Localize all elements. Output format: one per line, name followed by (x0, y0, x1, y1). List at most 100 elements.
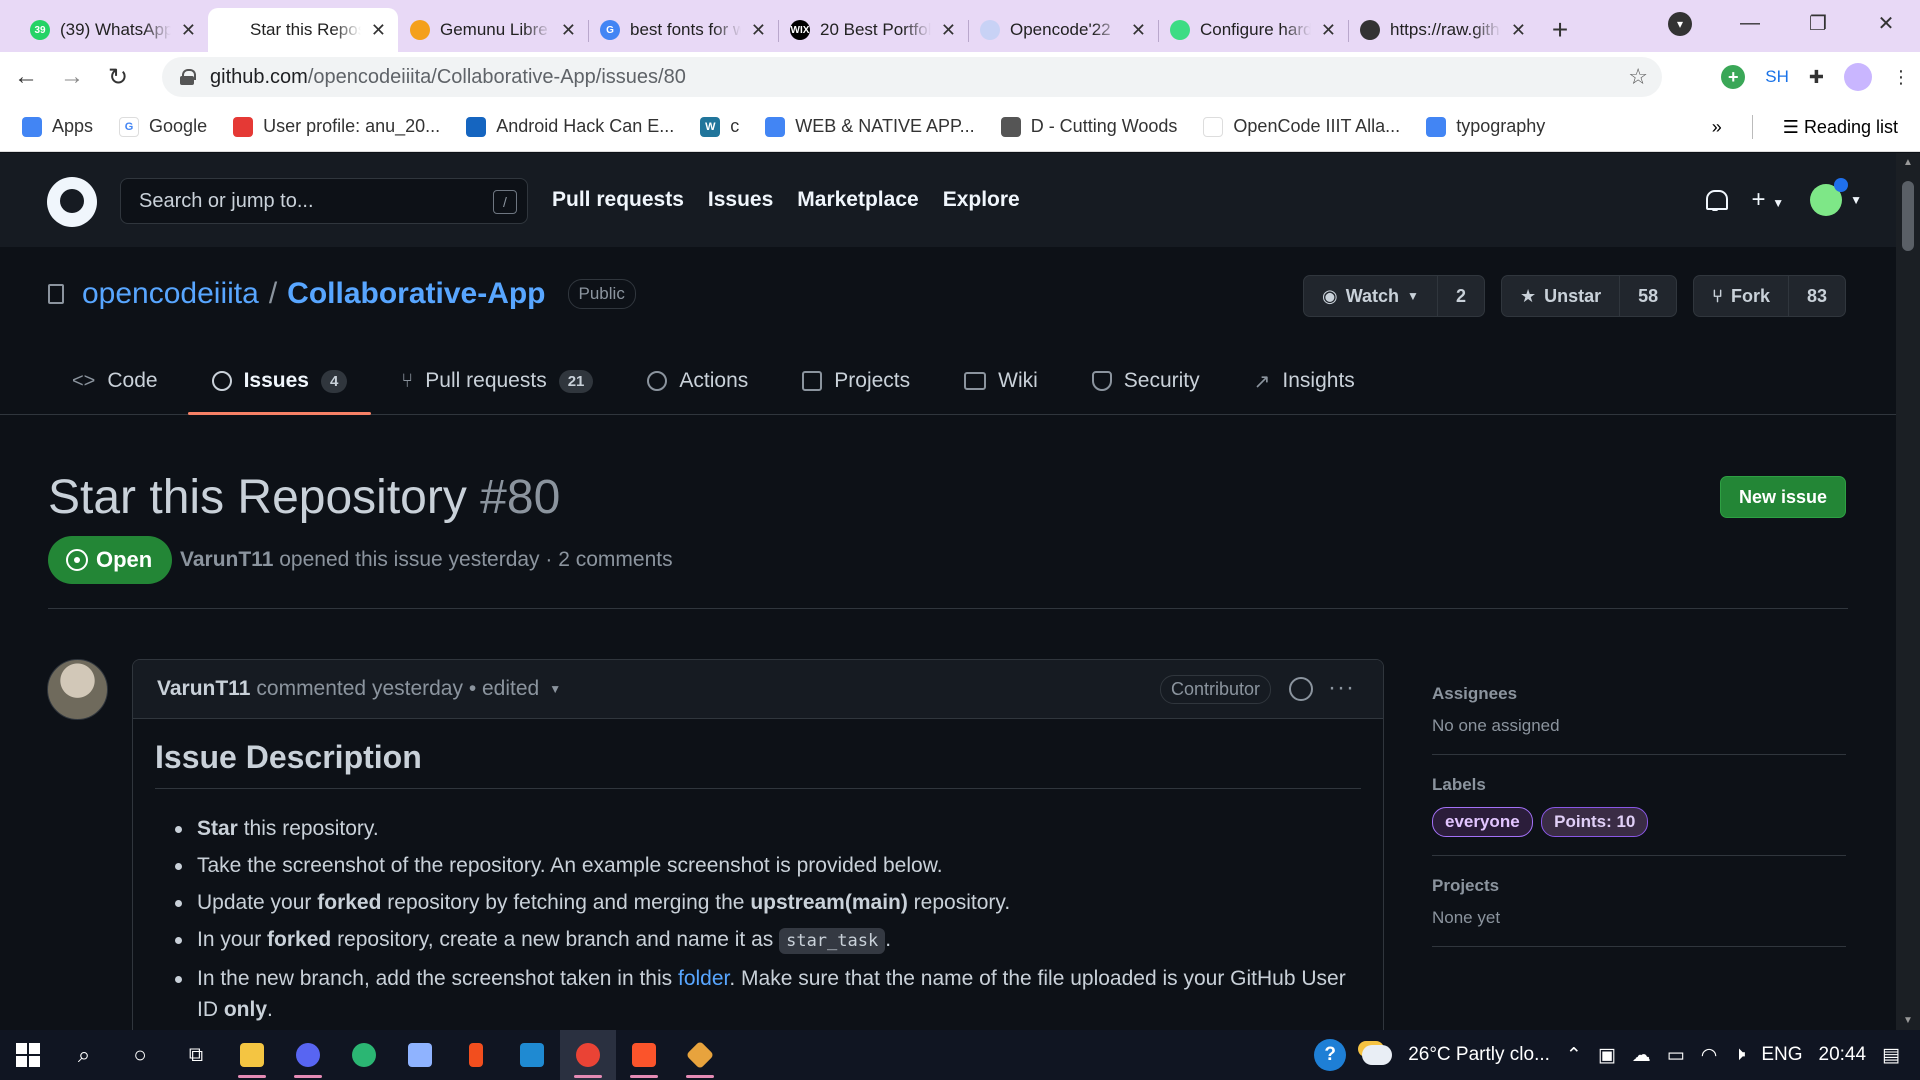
tray-chevron-icon[interactable]: ⌃ (1566, 1044, 1582, 1067)
browser-tab[interactable]: Opencode'22 ✕ (968, 8, 1158, 52)
onedrive-icon[interactable]: ☁ (1632, 1044, 1651, 1067)
file-explorer-icon[interactable] (224, 1030, 280, 1080)
bookmark-item[interactable]: OpenCode IIIT Alla... (1203, 116, 1400, 137)
browser-tab[interactable]: Gemunu Libre - Google Fonts ✕ (398, 8, 588, 52)
star-count[interactable]: 58 (1620, 276, 1676, 316)
user-menu[interactable]: ▼ (1810, 178, 1862, 216)
repo-owner-link[interactable]: opencodeiiita (82, 277, 259, 311)
edge-icon[interactable] (336, 1030, 392, 1080)
global-nav-explore[interactable]: Explore (943, 188, 1020, 212)
tab-wiki[interactable]: Wiki (940, 347, 1062, 415)
chrome-menu-icon[interactable]: ⋮ (1892, 67, 1910, 88)
watch-button[interactable]: ◉ Watch ▼ 2 (1302, 275, 1485, 317)
add-reaction-icon[interactable] (1289, 677, 1313, 701)
comment-author-link[interactable]: VarunT11 (157, 677, 250, 701)
issue-author-link[interactable]: VarunT11 (180, 548, 273, 571)
browser-tab[interactable]: Configure hardware ✕ (1158, 8, 1348, 52)
close-tab-icon[interactable]: ✕ (751, 20, 766, 41)
close-tab-icon[interactable]: ✕ (1511, 20, 1526, 41)
forward-button[interactable]: → (52, 63, 92, 91)
cortana-icon[interactable]: ○ (112, 1030, 168, 1080)
scroll-up-icon[interactable]: ▲ (1902, 157, 1914, 168)
restore-button[interactable]: ❐ (1784, 11, 1852, 36)
back-button[interactable]: ← (6, 63, 46, 91)
bookmarks-overflow-icon[interactable]: » (1712, 117, 1722, 138)
folder-link[interactable]: folder (678, 967, 729, 990)
fork-button[interactable]: ⑂ Fork 83 (1693, 275, 1846, 317)
assignees-heading[interactable]: Assignees (1432, 684, 1846, 704)
tab-issues[interactable]: Issues 4 (187, 347, 372, 415)
close-tab-icon[interactable]: ✕ (1131, 20, 1146, 41)
search-icon[interactable]: ⌕ (56, 1030, 112, 1080)
tab-code[interactable]: <> Code (48, 347, 182, 415)
search-input[interactable]: Search or jump to... / (120, 178, 528, 224)
brave-icon[interactable] (616, 1030, 672, 1080)
address-bar[interactable]: github.com/opencodeiiita/Collaborative-A… (162, 57, 1662, 97)
close-tab-icon[interactable]: ✕ (561, 20, 576, 41)
close-tab-icon[interactable]: ✕ (1321, 20, 1336, 41)
edited-dropdown-icon[interactable]: ▼ (549, 682, 561, 696)
tab-projects[interactable]: Projects (778, 347, 934, 415)
global-nav-marketplace[interactable]: Marketplace (797, 188, 918, 212)
tab-actions[interactable]: Actions (623, 347, 772, 415)
browser-tab[interactable]: WIX 20 Best Portfolio Websites ✕ (778, 8, 968, 52)
help-icon[interactable]: ? (1314, 1039, 1347, 1071)
tab-security[interactable]: Security (1068, 347, 1224, 415)
reading-list-button[interactable]: ☰ Reading list (1783, 117, 1898, 138)
minimize-button[interactable]: — (1716, 12, 1784, 35)
global-nav-pull-requests[interactable]: Pull requests (552, 188, 684, 212)
comment-options-icon[interactable]: ··· (1328, 674, 1355, 702)
comment-author-avatar[interactable] (47, 659, 108, 720)
extension-sh[interactable]: SH (1765, 67, 1789, 87)
label-everyone[interactable]: everyone (1432, 807, 1533, 837)
meet-now-icon[interactable]: ▣ (1598, 1044, 1616, 1067)
weather-icon[interactable] (1362, 1045, 1393, 1065)
bookmark-item[interactable]: User profile: anu_20... (233, 116, 440, 137)
global-nav-issues[interactable]: Issues (708, 188, 773, 212)
weather-text[interactable]: 26°C Partly clo... (1408, 1044, 1550, 1066)
lock-icon[interactable] (180, 69, 196, 85)
close-window-button[interactable]: ✕ (1852, 11, 1920, 36)
browser-tab[interactable]: https://raw.githubusercontent.com ✕ (1348, 8, 1538, 52)
task-view-icon[interactable]: ⧉ (168, 1030, 224, 1080)
vscode-icon[interactable] (504, 1030, 560, 1080)
github-logo-icon[interactable] (47, 177, 97, 227)
figma-icon[interactable] (448, 1030, 504, 1080)
bookmark-item[interactable]: typography (1426, 116, 1545, 137)
clock[interactable]: 20:44 (1819, 1044, 1867, 1066)
bookmark-item[interactable]: G Google (119, 116, 207, 137)
browser-tab[interactable]: Gbest fonts for website ✕ (588, 8, 778, 52)
battery-icon[interactable]: ▭ (1667, 1044, 1685, 1067)
label-points[interactable]: Points: 10 (1541, 807, 1649, 837)
projects-heading[interactable]: Projects (1432, 876, 1846, 896)
repo-name-link[interactable]: Collaborative-App (287, 277, 545, 311)
extension-plus-icon[interactable]: + (1721, 65, 1746, 89)
git-icon[interactable] (672, 1030, 728, 1080)
close-tab-icon[interactable]: ✕ (941, 20, 956, 41)
close-tab-icon[interactable]: ✕ (181, 20, 196, 41)
reload-button[interactable]: ↻ (98, 63, 138, 92)
notifications-bell-icon[interactable] (1704, 188, 1728, 212)
labels-heading[interactable]: Labels (1432, 775, 1846, 795)
new-issue-button[interactable]: New issue (1719, 476, 1846, 518)
language-indicator[interactable]: ENG (1761, 1044, 1802, 1066)
volume-muted-icon[interactable]: 🕨 (1733, 1044, 1745, 1066)
wifi-icon[interactable]: ◠ (1701, 1044, 1718, 1067)
bookmark-item[interactable]: Wc (700, 116, 739, 137)
start-button[interactable] (0, 1030, 56, 1080)
tab-pull-requests[interactable]: ⑂ Pull requests 21 (377, 347, 617, 415)
extensions-puzzle-icon[interactable]: ✚ (1809, 67, 1824, 88)
bookmark-item[interactable]: WEB & NATIVE APP... (765, 116, 975, 137)
browser-tab[interactable]: Star this Repository · Issue #80 ✕ (208, 8, 398, 52)
browser-tab[interactable]: 39 (39) WhatsApp ✕ (18, 8, 208, 52)
scrollbar-thumb[interactable] (1902, 181, 1914, 251)
fork-count[interactable]: 83 (1789, 276, 1845, 316)
app-hex-icon[interactable] (392, 1030, 448, 1080)
create-new-button[interactable]: + ▼ (1752, 186, 1785, 214)
tab-search-icon[interactable]: ▾ (1668, 12, 1692, 36)
close-tab-icon[interactable]: ✕ (371, 20, 386, 41)
watch-count[interactable]: 2 (1438, 276, 1484, 316)
bookmark-item[interactable]: Android Hack Can E... (466, 116, 674, 137)
bookmark-item[interactable]: D - Cutting Woods (1000, 116, 1177, 137)
scroll-down-icon[interactable]: ▼ (1902, 1015, 1914, 1026)
